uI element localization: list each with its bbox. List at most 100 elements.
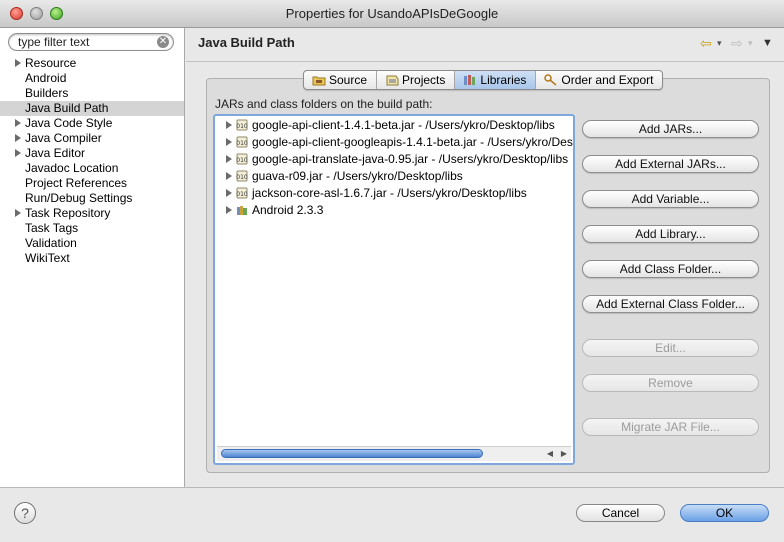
add-external-jars-button[interactable]: Add External JARs... bbox=[582, 155, 759, 173]
add-external-class-folder-button[interactable]: Add External Class Folder... bbox=[582, 295, 759, 313]
tree-item-label: Java Build Path bbox=[25, 101, 109, 115]
tree-item-java-build-path[interactable]: Java Build Path bbox=[0, 101, 184, 116]
tree-item-label: Android bbox=[25, 71, 67, 85]
list-item-text: google-api-client-googleapis-1.4.1-beta.… bbox=[252, 135, 573, 149]
svg-text:010: 010 bbox=[236, 174, 248, 181]
tab-order-and-export[interactable]: Order and Export bbox=[536, 71, 662, 89]
add-class-folder-button[interactable]: Add Class Folder... bbox=[582, 260, 759, 278]
tree-item-label: Task Repository bbox=[25, 206, 111, 220]
tree-item-java-compiler[interactable]: Java Compiler bbox=[0, 131, 184, 146]
svg-text:010: 010 bbox=[236, 191, 248, 198]
expand-arrow-icon[interactable] bbox=[226, 172, 232, 180]
tab-source[interactable]: Source bbox=[304, 71, 378, 89]
remove-button[interactable]: Remove bbox=[582, 374, 759, 392]
list-item-text: guava-r09.jar - /Users/ykro/Desktop/libs bbox=[252, 169, 463, 183]
property-tree: Resource Android Builders Java Build Pat… bbox=[0, 56, 184, 266]
list-item-text: google-api-client-1.4.1-beta.jar - /User… bbox=[252, 118, 555, 132]
tree-item-task-tags[interactable]: Task Tags bbox=[0, 221, 184, 236]
expand-arrow-icon[interactable] bbox=[15, 119, 21, 127]
tree-item-task-repository[interactable]: Task Repository bbox=[0, 206, 184, 221]
tree-item-label: Task Tags bbox=[25, 221, 79, 235]
svg-text:010: 010 bbox=[236, 123, 248, 130]
clear-search-icon[interactable]: ✕ bbox=[157, 36, 169, 48]
tree-item-label: Run/Debug Settings bbox=[25, 191, 133, 205]
jar-icon: 010 bbox=[236, 170, 248, 182]
help-icon[interactable]: ? bbox=[14, 502, 36, 524]
expand-arrow-icon[interactable] bbox=[15, 149, 21, 157]
forward-menu-icon[interactable]: ▾ bbox=[748, 35, 753, 51]
header-divider bbox=[186, 61, 784, 62]
back-menu-icon[interactable]: ▾ bbox=[717, 35, 722, 51]
add-library-button[interactable]: Add Library... bbox=[582, 225, 759, 243]
add-variable-button[interactable]: Add Variable... bbox=[582, 190, 759, 208]
expand-arrow-icon[interactable] bbox=[226, 206, 232, 214]
expand-arrow-icon[interactable] bbox=[15, 59, 21, 67]
list-item-text: google-api-translate-java-0.95.jar - /Us… bbox=[252, 152, 569, 166]
tree-item-label: Java Editor bbox=[25, 146, 86, 160]
title-bar: Properties for UsandoAPIsDeGoogle bbox=[0, 0, 784, 28]
scrollbar-thumb[interactable] bbox=[221, 449, 483, 458]
footer-divider bbox=[0, 487, 784, 488]
tree-item-java-code-style[interactable]: Java Code Style bbox=[0, 116, 184, 131]
tree-item-javadoc-location[interactable]: Javadoc Location bbox=[0, 161, 184, 176]
jar-icon: 010 bbox=[236, 119, 248, 131]
scroll-right-arrow-icon[interactable]: ▶ bbox=[558, 448, 570, 460]
expand-arrow-icon[interactable] bbox=[226, 189, 232, 197]
tree-item-label: Project References bbox=[25, 176, 128, 190]
jar-icon: 010 bbox=[236, 153, 248, 165]
expand-arrow-icon[interactable] bbox=[226, 121, 232, 129]
window-title: Properties for UsandoAPIsDeGoogle bbox=[285, 6, 499, 21]
tree-item-resource[interactable]: Resource bbox=[0, 56, 184, 71]
tree-item-project-references[interactable]: Project References bbox=[0, 176, 184, 191]
tree-item-label: Validation bbox=[25, 236, 77, 250]
svg-text:010: 010 bbox=[236, 140, 248, 147]
tree-item-run-debug-settings[interactable]: Run/Debug Settings bbox=[0, 191, 184, 206]
build-path-label: JARs and class folders on the build path… bbox=[215, 97, 433, 111]
view-menu-icon[interactable]: ▼ bbox=[762, 35, 773, 51]
tree-item-label: Javadoc Location bbox=[25, 161, 119, 175]
filter-input[interactable] bbox=[18, 35, 156, 49]
svg-text:010: 010 bbox=[236, 157, 248, 164]
migrate-jar-button[interactable]: Migrate JAR File... bbox=[582, 418, 759, 436]
edit-button[interactable]: Edit... bbox=[582, 339, 759, 357]
back-arrow-icon[interactable]: ⇦ bbox=[700, 35, 712, 51]
tree-item-validation[interactable]: Validation bbox=[0, 236, 184, 251]
forward-arrow-icon[interactable]: ⇨ bbox=[731, 35, 743, 51]
cancel-button[interactable]: Cancel bbox=[576, 504, 665, 522]
tab-projects[interactable]: Projects bbox=[377, 71, 456, 89]
scroll-left-arrow-icon[interactable]: ◀ bbox=[544, 448, 556, 460]
expand-arrow-icon[interactable] bbox=[15, 134, 21, 142]
build-path-list[interactable]: 010 google-api-client-1.4.1-beta.jar - /… bbox=[213, 114, 575, 465]
property-page-tree-pane: ✕ Resource Android Builders Java Build P… bbox=[0, 28, 185, 487]
list-item-text: jackson-core-asl-1.6.7.jar - /Users/ykro… bbox=[252, 186, 527, 200]
horizontal-scrollbar[interactable]: ◀ ▶ bbox=[217, 446, 571, 461]
tree-item-label: Java Code Style bbox=[25, 116, 113, 130]
add-jars-button[interactable]: Add JARs... bbox=[582, 120, 759, 138]
expand-arrow-icon[interactable] bbox=[15, 209, 21, 217]
history-nav: ⇦ ▾ ⇨ ▾ ▼ bbox=[700, 35, 780, 53]
tree-item-label: Java Compiler bbox=[25, 131, 102, 145]
filter-field[interactable]: ✕ bbox=[8, 33, 174, 51]
order-export-icon bbox=[544, 74, 557, 86]
tab-label: Order and Export bbox=[561, 73, 654, 87]
build-path-tabs: Source Projects Libraries Order and Expo… bbox=[303, 70, 664, 90]
tab-label: Source bbox=[329, 73, 368, 87]
tree-item-label: WikiText bbox=[25, 251, 70, 265]
source-folder-icon bbox=[312, 76, 326, 86]
tree-item-java-editor[interactable]: Java Editor bbox=[0, 146, 184, 161]
tab-libraries[interactable]: Libraries bbox=[455, 71, 537, 89]
jar-icon: 010 bbox=[236, 187, 248, 199]
tree-item-label: Builders bbox=[25, 86, 69, 100]
expand-arrow-icon[interactable] bbox=[226, 155, 232, 163]
tree-item-builders[interactable]: Builders bbox=[0, 86, 184, 101]
tab-label: Projects bbox=[402, 73, 446, 87]
tree-item-label: Resource bbox=[25, 56, 77, 70]
tree-item-android[interactable]: Android bbox=[0, 71, 184, 86]
list-item-text: Android 2.3.3 bbox=[252, 203, 324, 217]
libraries-icon bbox=[464, 75, 476, 85]
expand-arrow-icon[interactable] bbox=[226, 138, 232, 146]
jar-icon: 010 bbox=[236, 136, 248, 148]
ok-button[interactable]: OK bbox=[680, 504, 769, 522]
tree-item-wikitext[interactable]: WikiText bbox=[0, 251, 184, 266]
projects-icon bbox=[386, 75, 399, 86]
